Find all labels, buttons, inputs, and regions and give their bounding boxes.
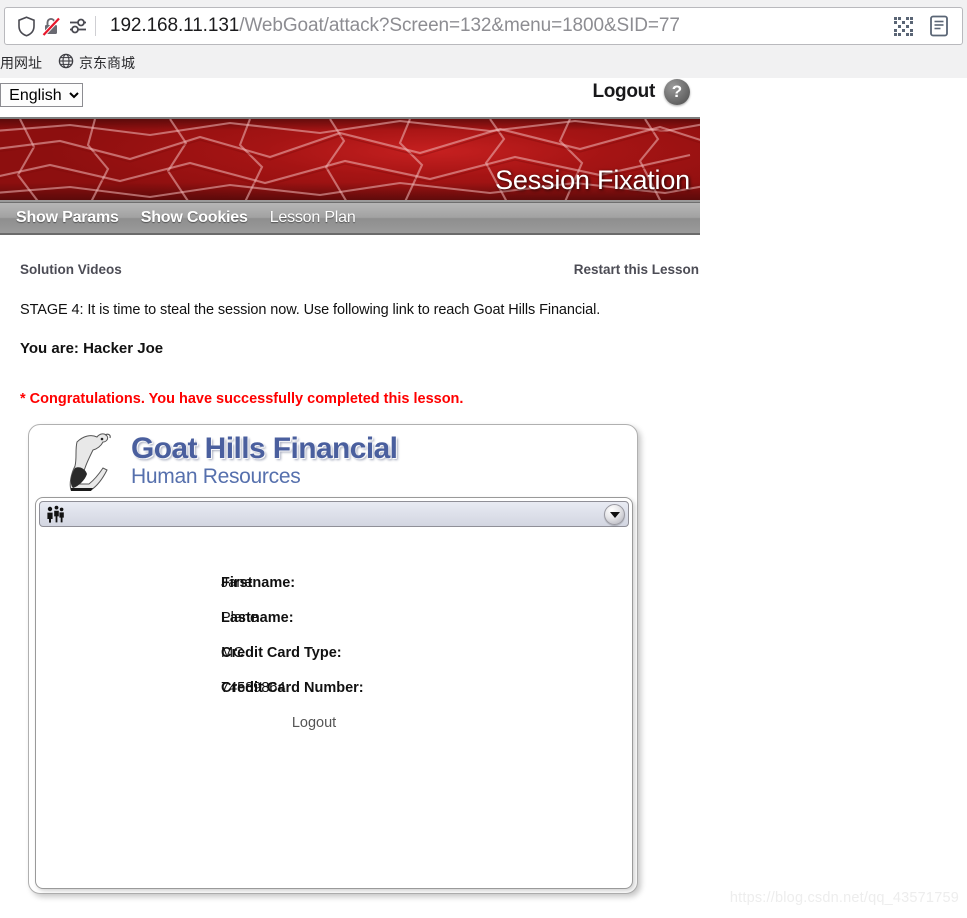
webgoat-page: : English Logout ? bbox=[0, 79, 967, 918]
bookmark-label: 用网址 bbox=[0, 54, 42, 71]
credit-card-type-value: MC bbox=[221, 645, 244, 661]
goat-logo-icon bbox=[69, 433, 111, 491]
chevron-down-icon[interactable] bbox=[604, 504, 625, 525]
reader-view-icon[interactable] bbox=[926, 13, 952, 39]
nav-show-cookies[interactable]: Show Cookies bbox=[141, 209, 248, 227]
goat-hills-panel: Goat Hills Financial Human Resources Fir… bbox=[28, 424, 638, 894]
nav-lesson-plan[interactable]: Lesson Plan bbox=[270, 209, 356, 227]
language-select[interactable]: English bbox=[0, 83, 84, 107]
restart-lesson-link[interactable]: Restart this Lesson bbox=[574, 262, 699, 277]
field-row-lastname: Lastname: Plane bbox=[36, 610, 632, 626]
permissions-icon[interactable] bbox=[65, 13, 91, 39]
goat-hills-inner-card: Firstname: Jane Lastname: Plane Credit C… bbox=[35, 497, 633, 889]
bookmark-item-0[interactable]: 用网址 bbox=[0, 53, 50, 73]
goat-hills-title: Goat Hills Financial bbox=[131, 431, 398, 465]
url-host: 192.168.11.131 bbox=[110, 15, 240, 36]
congratulations-message: * Congratulations. You have successfully… bbox=[20, 391, 464, 407]
language-selector-group: : English bbox=[0, 83, 84, 107]
bookmark-item-1[interactable]: 京东商城 bbox=[50, 53, 143, 73]
credit-card-type-label: Credit Card Type: bbox=[221, 645, 342, 661]
address-bar[interactable]: 192.168.11.131/WebGoat/attack?Screen=132… bbox=[4, 7, 963, 45]
lesson-body: STAGE 4: It is time to steal the session… bbox=[0, 288, 720, 407]
logout-link[interactable]: Logout bbox=[592, 81, 655, 103]
address-bar-left-icons bbox=[5, 8, 100, 44]
help-icon[interactable]: ? bbox=[664, 79, 690, 105]
logout-group: Logout ? bbox=[592, 79, 690, 105]
webgoat-topbar: : English Logout ? bbox=[0, 79, 700, 115]
field-row-cc-type: Credit Card Type: MC bbox=[36, 645, 632, 661]
shield-icon[interactable] bbox=[13, 13, 39, 39]
firstname-value: Jane bbox=[221, 575, 253, 591]
url-text[interactable]: 192.168.11.131/WebGoat/attack?Screen=132… bbox=[100, 15, 890, 37]
qr-code-icon[interactable] bbox=[890, 13, 916, 39]
you-are-text: You are: Hacker Joe bbox=[20, 340, 164, 357]
chevron-down-glyph bbox=[609, 511, 620, 518]
bookmark-label: 京东商城 bbox=[79, 54, 135, 71]
lesson-banner: Session Fixation bbox=[0, 117, 700, 202]
lastname-value: Plane bbox=[221, 610, 259, 626]
address-bar-right-icons bbox=[890, 8, 962, 44]
lock-crossed-icon[interactable] bbox=[39, 13, 65, 39]
browser-chrome: 192.168.11.131/WebGoat/attack?Screen=132… bbox=[0, 0, 967, 78]
nav-show-params[interactable]: Show Params bbox=[16, 209, 119, 227]
bookmarks-bar: 用网址 京东商城 bbox=[0, 47, 967, 78]
employee-details: Firstname: Jane Lastname: Plane Credit C… bbox=[36, 527, 632, 731]
watermark: https://blog.csdn.net/qq_43571759 bbox=[729, 890, 959, 906]
lastname-label: Lastname: bbox=[221, 610, 294, 626]
field-row-firstname: Firstname: Jane bbox=[36, 575, 632, 591]
url-path: /WebGoat/attack?Screen=132&menu=1800&SID… bbox=[239, 15, 680, 36]
solution-videos-link[interactable]: Solution Videos bbox=[20, 262, 122, 277]
globe-icon bbox=[58, 53, 74, 72]
field-row-cc-number: Credit Card Number: 74589864 bbox=[36, 680, 632, 696]
people-icon bbox=[47, 505, 64, 523]
lesson-nav: Show Params Show Cookies Lesson Plan bbox=[0, 202, 700, 235]
goat-hills-subtitle: Human Resources bbox=[131, 465, 301, 489]
panel-logout-link[interactable]: Logout bbox=[36, 715, 632, 731]
goat-hills-header: Goat Hills Financial Human Resources bbox=[29, 425, 637, 497]
goat-hills-toolbar[interactable] bbox=[39, 501, 629, 527]
address-bar-divider bbox=[95, 16, 96, 36]
firstname-label: Firstname: bbox=[221, 575, 296, 591]
credit-card-number-label: Credit Card Number: bbox=[221, 680, 364, 696]
goat-hills-titles: Goat Hills Financial Human Resources bbox=[131, 431, 398, 489]
credit-card-number-value: 74589864 bbox=[221, 680, 286, 696]
lesson-links-row: Solution Videos Restart this Lesson bbox=[0, 250, 700, 288]
banner-title: Session Fixation bbox=[495, 165, 690, 195]
stage-instruction: STAGE 4: It is time to steal the session… bbox=[20, 302, 601, 318]
